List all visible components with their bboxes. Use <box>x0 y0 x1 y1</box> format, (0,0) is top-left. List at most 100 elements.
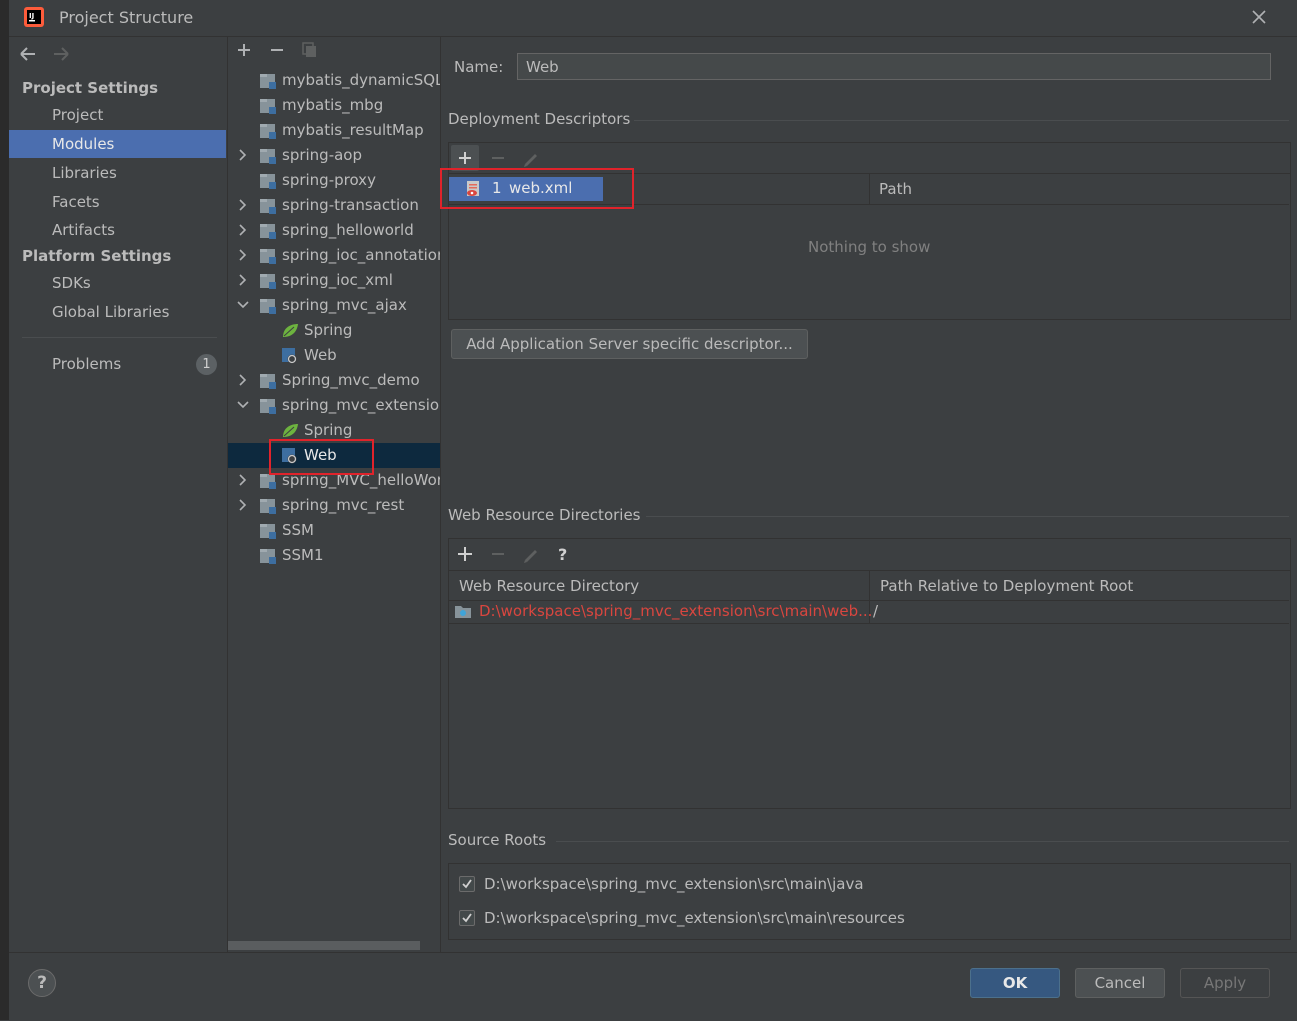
sidebar-item-libraries[interactable]: Libraries <box>9 159 226 187</box>
tree-row-label: Spring_mvc_demo <box>282 371 420 389</box>
chevron-right-icon[interactable] <box>236 143 250 168</box>
source-root-checkbox-java[interactable] <box>459 876 475 892</box>
tree-row-label: SSM <box>282 521 314 539</box>
deployment-descriptors-separator <box>634 120 1289 121</box>
source-roots-title: Source Roots <box>448 831 547 849</box>
source-root-checkbox-resources[interactable] <box>459 910 475 926</box>
deployment-descriptors-title: Deployment Descriptors <box>448 110 631 128</box>
ide-background-strip <box>0 0 9 1020</box>
tree-module-row[interactable]: mybatis_resultMap <box>228 118 440 143</box>
tree-row-label: spring-proxy <box>282 171 376 189</box>
remove-icon[interactable] <box>268 41 286 59</box>
tree-module-row[interactable]: Spring_mvc_demo <box>228 368 440 393</box>
add-server-descriptor-button[interactable]: Add Application Server specific descript… <box>451 329 808 359</box>
tree-module-row[interactable]: spring-aop <box>228 143 440 168</box>
sidebar-item-global-libraries[interactable]: Global Libraries <box>9 298 226 326</box>
remove-icon[interactable] <box>487 147 509 169</box>
tree-row-label: spring_ioc_xml <box>282 271 393 289</box>
tree-module-row[interactable]: spring-transaction <box>228 193 440 218</box>
web-resource-directory-header[interactable]: Web Resource Directory <box>449 571 869 601</box>
dialog-title: Project Structure <box>59 8 194 27</box>
tree-module-row[interactable]: SSM1 <box>228 543 440 568</box>
sidebar-divider <box>22 337 217 338</box>
tree-row-label: spring_mvc_rest <box>282 496 405 514</box>
web-resource-path-value: / <box>873 602 879 620</box>
chevron-right-icon[interactable] <box>236 193 250 218</box>
tree-horizontal-scrollbar[interactable] <box>228 941 420 950</box>
sidebar-item-modules[interactable]: Modules <box>9 130 226 158</box>
edit-pencil-icon[interactable] <box>520 147 542 169</box>
tree-row-label: spring-aop <box>282 146 363 164</box>
chevron-right-icon[interactable] <box>236 493 250 518</box>
chevron-down-icon[interactable] <box>236 393 250 418</box>
module-folder-icon <box>260 524 276 539</box>
path-column-header[interactable]: Path <box>879 180 912 198</box>
spring-leaf-icon <box>283 424 298 437</box>
tree-row-label: SSM1 <box>282 546 324 564</box>
tree-module-row[interactable]: spring_mvc_rest <box>228 493 440 518</box>
chevron-right-icon[interactable] <box>236 243 250 268</box>
tree-module-row[interactable]: spring_helloworld <box>228 218 440 243</box>
tree-row-label: spring_helloworld <box>282 221 414 239</box>
tree-module-row[interactable]: spring_mvc_ajax <box>228 293 440 318</box>
tree-row-label: spring_mvc_ajax <box>282 296 407 314</box>
table-row[interactable]: D:\workspace\spring_mvc_extension\src\ma… <box>449 601 1289 624</box>
empty-table-text: Nothing to show <box>808 238 931 256</box>
module-folder-icon <box>260 499 276 514</box>
apply-button[interactable]: Apply <box>1180 968 1270 998</box>
chevron-right-icon[interactable] <box>236 218 250 243</box>
dialog-titlebar <box>9 0 1297 37</box>
web-resource-separator <box>646 516 1289 517</box>
tree-row-label: spring_mvc_extension <box>282 396 440 414</box>
close-icon[interactable] <box>1250 8 1268 26</box>
module-folder-icon <box>260 249 276 264</box>
remove-icon[interactable] <box>487 543 509 565</box>
sidebar-item-artifacts[interactable]: Artifacts <box>9 216 226 244</box>
tree-module-row[interactable]: spring_mvc_extension <box>228 393 440 418</box>
help-question-icon[interactable]: ? <box>552 543 574 565</box>
tree-module-row[interactable]: mybatis_mbg <box>228 93 440 118</box>
module-folder-icon <box>260 274 276 289</box>
add-icon[interactable] <box>454 543 476 565</box>
tree-facet-row[interactable]: Spring <box>228 318 440 343</box>
chevron-right-icon[interactable] <box>236 468 250 493</box>
web-resource-directories-title: Web Resource Directories <box>448 506 641 524</box>
add-icon[interactable] <box>235 41 253 59</box>
back-arrow-icon[interactable] <box>17 43 39 65</box>
sidebar-item-facets[interactable]: Facets <box>9 188 226 216</box>
tree-module-row[interactable]: mybatis_dynamicSQL <box>228 68 440 93</box>
web-facet-icon <box>282 348 297 364</box>
chevron-down-icon[interactable] <box>236 293 250 318</box>
project-settings-heading: Project Settings <box>22 79 159 97</box>
highlight-web-facet-box <box>269 439 374 475</box>
help-icon[interactable]: ? <box>28 969 56 997</box>
spring-leaf-icon <box>283 324 298 337</box>
name-field[interactable] <box>517 53 1271 80</box>
cancel-button[interactable]: Cancel <box>1075 968 1165 998</box>
forward-arrow-icon[interactable] <box>50 43 72 65</box>
module-folder-icon <box>260 124 276 139</box>
edit-pencil-icon[interactable] <box>520 543 542 565</box>
copy-icon[interactable] <box>300 41 318 59</box>
chevron-right-icon[interactable] <box>236 368 250 393</box>
ok-button[interactable]: OK <box>970 968 1060 998</box>
sidebar-item-problems[interactable]: Problems <box>9 350 226 378</box>
column-separator <box>869 174 870 204</box>
tree-module-row[interactable]: spring-proxy <box>228 168 440 193</box>
tree-row-label: Spring <box>304 321 353 339</box>
chevron-right-icon[interactable] <box>236 268 250 293</box>
tree-module-row[interactable]: SSM <box>228 518 440 543</box>
tree-module-row[interactable]: spring_ioc_annotation <box>228 243 440 268</box>
tree-row-label: Web <box>304 346 337 364</box>
add-icon <box>459 152 471 164</box>
path-relative-header[interactable]: Path Relative to Deployment Root <box>870 571 1289 601</box>
module-folder-icon <box>260 149 276 164</box>
module-folder-icon <box>260 549 276 564</box>
tree-facet-row[interactable]: Web <box>228 343 440 368</box>
tree-module-row[interactable]: spring_ioc_xml <box>228 268 440 293</box>
module-folder-icon <box>260 174 276 189</box>
sidebar-item-sdks[interactable]: SDKs <box>9 269 226 297</box>
module-folder-icon <box>260 399 276 414</box>
source-root-label-java: D:\workspace\spring_mvc_extension\src\ma… <box>484 875 864 893</box>
sidebar-item-project[interactable]: Project <box>9 101 226 129</box>
